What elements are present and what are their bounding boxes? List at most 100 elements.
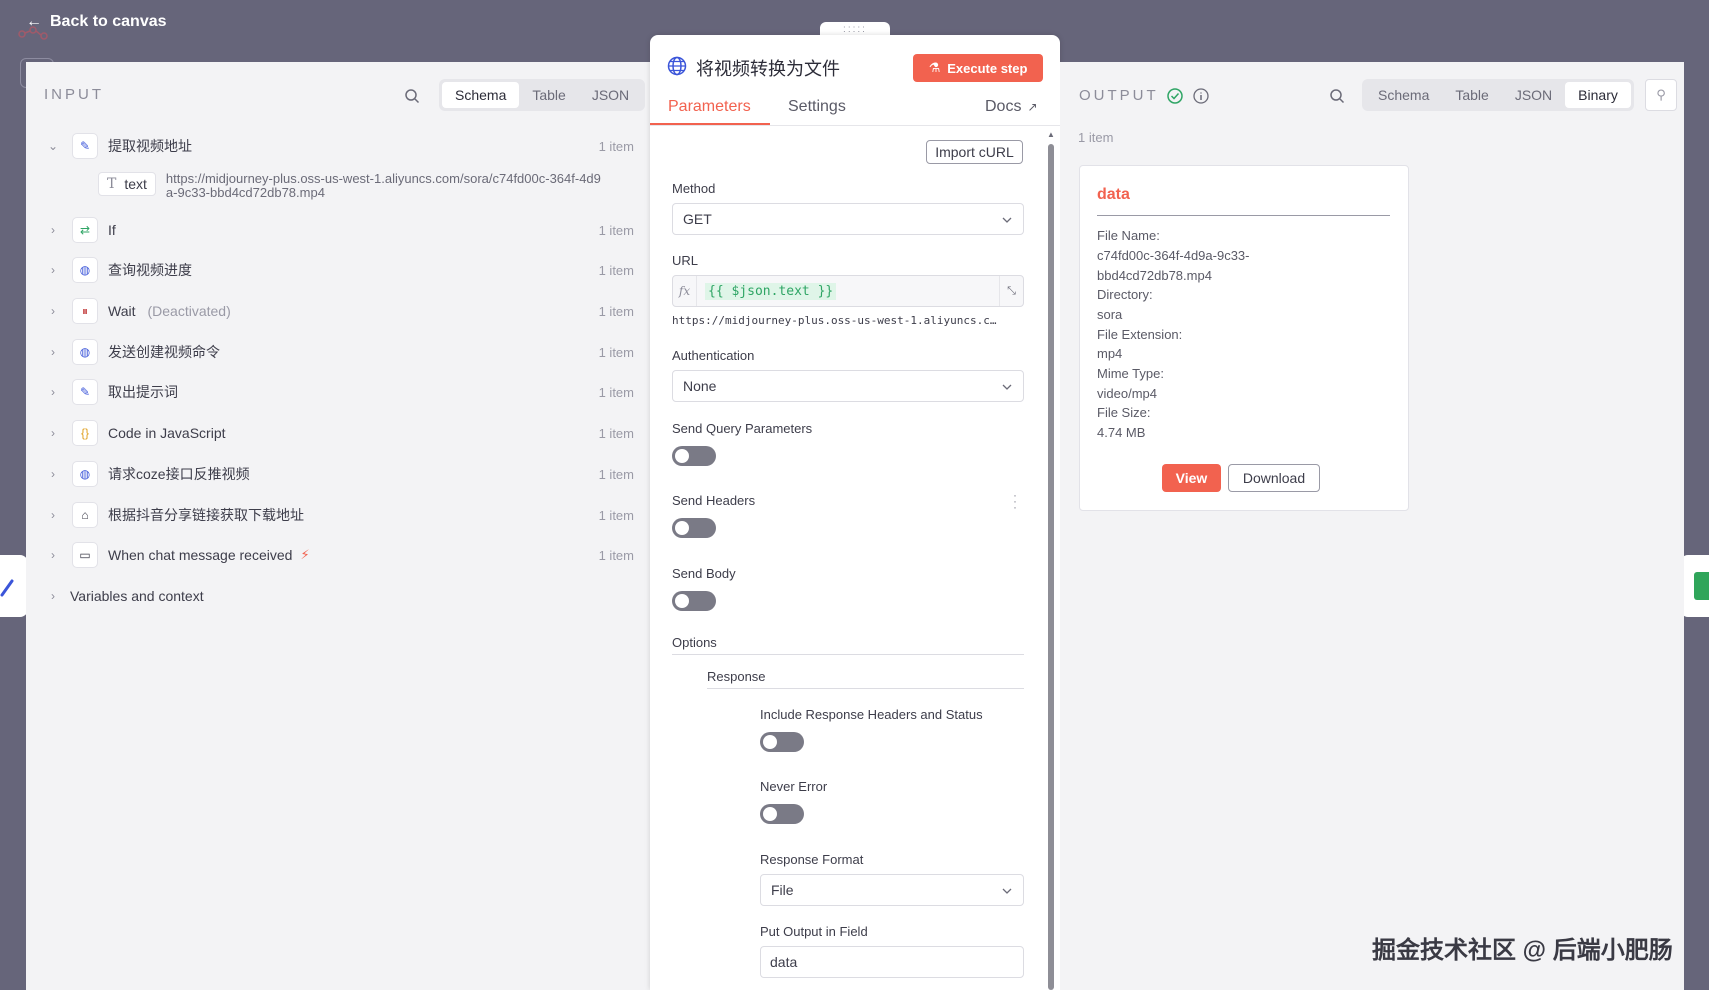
import-curl-button[interactable]: Import cURL — [926, 140, 1023, 164]
chevron-right-icon[interactable]: › — [44, 467, 62, 481]
tab-json[interactable]: JSON — [1502, 82, 1565, 108]
send-query-label: Send Query Parameters — [672, 421, 813, 436]
item-count: 1 item — [598, 507, 634, 523]
text-type-icon: T — [107, 176, 117, 192]
file-size-label: File Size: — [1097, 405, 1151, 420]
file-name-label: File Name: — [1097, 228, 1160, 243]
node-label: 取出提示词 — [108, 384, 178, 400]
method-select[interactable]: GET — [672, 203, 1024, 235]
output-field-input[interactable]: data — [760, 946, 1024, 978]
tree-node-send-create[interactable]: › ◍ 发送创建视频命令 1 item — [44, 337, 634, 367]
chevron-right-icon[interactable]: › — [44, 223, 62, 237]
tree-node-douyin[interactable]: › ⌂ 根据抖音分享链接获取下载地址 1 item — [44, 500, 634, 530]
search-icon[interactable] — [404, 88, 420, 104]
pencil-icon: ✎ — [72, 133, 98, 159]
tree-variables-context[interactable]: › Variables and context — [44, 581, 634, 611]
node-status: (Deactivated) — [147, 303, 231, 319]
docs-label: Docs — [985, 98, 1022, 115]
docs-link[interactable]: Docs ↗ — [985, 98, 1038, 116]
input-view-tabs: Schema Table JSON — [439, 79, 646, 111]
options-label: Options — [672, 635, 717, 650]
chevron-right-icon[interactable]: › — [44, 304, 62, 318]
tree-node-query-progress[interactable]: › ◍ 查询视频进度 1 item — [44, 255, 634, 285]
file-extension-value: mp4 — [1097, 346, 1123, 361]
tree-node-extract-prompt[interactable]: › ✎ 取出提示词 1 item — [44, 377, 634, 407]
send-headers-label: Send Headers — [672, 493, 756, 508]
node-label: 请求coze接口反推视频 — [108, 466, 250, 482]
tab-schema[interactable]: Schema — [442, 82, 520, 108]
chevron-right-icon[interactable]: › — [44, 426, 62, 440]
chevron-down-icon[interactable]: ⌄ — [44, 139, 62, 153]
method-label: Method — [672, 181, 716, 196]
node-label: Code in JavaScript — [108, 425, 226, 441]
tab-json[interactable]: JSON — [579, 82, 642, 108]
download-button[interactable]: Download — [1228, 464, 1320, 492]
tab-schema[interactable]: Schema — [1365, 82, 1442, 108]
schema-field-text[interactable]: T text https://midjourney-plus.oss-us-we… — [98, 172, 606, 200]
check-circle-icon — [1167, 88, 1183, 104]
search-icon[interactable] — [1329, 88, 1345, 104]
authentication-select[interactable]: None — [672, 370, 1024, 402]
lightning-icon: ⚡ — [300, 547, 310, 562]
back-to-canvas-link[interactable]: ← Back to canvas — [26, 13, 167, 31]
back-label: Back to canvas — [50, 13, 167, 30]
execute-step-button[interactable]: ⚗ Execute step — [913, 54, 1043, 82]
info-icon[interactable] — [1193, 88, 1209, 104]
chevron-right-icon[interactable]: › — [44, 385, 62, 399]
chevron-right-icon[interactable]: › — [44, 345, 62, 359]
expand-editor-icon[interactable]: ⤡ — [999, 276, 1023, 306]
output-field-label: Put Output in Field — [760, 924, 868, 939]
directory-value: sora — [1097, 307, 1123, 322]
output-title: OUTPUT — [1079, 87, 1159, 104]
binary-property-name: data — [1097, 186, 1130, 203]
tree-node-if[interactable]: › ⇄ If 1 item — [44, 215, 634, 245]
chevron-right-icon[interactable]: › — [44, 548, 62, 562]
include-headers-label: Include Response Headers and Status — [760, 707, 983, 722]
output-item-count: 1 item — [1078, 130, 1114, 145]
tab-binary[interactable]: Binary — [1565, 82, 1631, 108]
scrollbar[interactable] — [1048, 144, 1054, 990]
send-body-label: Send Body — [672, 566, 736, 581]
chevron-right-icon[interactable]: › — [44, 589, 62, 603]
item-count: 1 item — [598, 547, 634, 563]
url-label: URL — [672, 253, 699, 268]
send-body-toggle[interactable] — [672, 591, 716, 611]
scroll-up-icon[interactable]: ▲ — [1047, 130, 1055, 139]
field-pill: T text — [98, 172, 156, 196]
code-icon: {} — [72, 420, 98, 446]
tree-node-chat-trigger[interactable]: › ▭ When chat message received ⚡ 1 item — [44, 540, 634, 570]
directory-label: Directory: — [1097, 287, 1153, 302]
tree-node-coze[interactable]: › ◍ 请求coze接口反推视频 1 item — [44, 459, 634, 489]
pin-data-button[interactable]: ⚲ — [1645, 79, 1677, 111]
item-count: 1 item — [598, 344, 634, 360]
tab-parameters[interactable]: Parameters — [668, 98, 751, 116]
file-name-value-line1: c74fd00c-364f-4d9a-9c33- — [1097, 248, 1250, 263]
include-headers-toggle[interactable] — [760, 732, 804, 752]
canvas-node-right-edge — [1680, 555, 1709, 617]
tree-node-wait[interactable]: › ⏸ Wait (Deactivated) 1 item — [44, 296, 634, 326]
authentication-label: Authentication — [672, 348, 755, 363]
tab-settings[interactable]: Settings — [788, 98, 846, 116]
item-count: 1 item — [598, 384, 634, 400]
never-error-toggle[interactable] — [760, 804, 804, 824]
variables-label: Variables and context — [70, 588, 204, 604]
url-input[interactable]: fx {{ $json.text }} ⤡ — [672, 275, 1024, 307]
more-options-icon[interactable]: · · · — [1013, 489, 1017, 513]
file-extension-label: File Extension: — [1097, 327, 1183, 342]
chevron-right-icon[interactable]: › — [44, 508, 62, 522]
chat-icon: ▭ — [72, 542, 98, 568]
chevron-right-icon[interactable]: › — [44, 263, 62, 277]
send-headers-toggle[interactable] — [672, 518, 716, 538]
pencil-icon: ✎ — [72, 379, 98, 405]
response-format-select[interactable]: File — [760, 874, 1024, 906]
tree-node-extract-url[interactable]: ⌄ ✎ 提取视频地址 1 item — [44, 131, 634, 161]
url-expression: {{ $json.text }} — [705, 282, 837, 300]
node-title[interactable]: 将视频转换为文件 — [696, 55, 840, 81]
send-query-toggle[interactable] — [672, 446, 716, 466]
tab-table[interactable]: Table — [519, 82, 578, 108]
node-label: 查询视频进度 — [108, 262, 192, 278]
view-button[interactable]: View — [1162, 464, 1221, 492]
chevron-down-icon — [1002, 888, 1012, 894]
tree-node-code[interactable]: › {} Code in JavaScript 1 item — [44, 418, 634, 448]
tab-table[interactable]: Table — [1442, 82, 1501, 108]
